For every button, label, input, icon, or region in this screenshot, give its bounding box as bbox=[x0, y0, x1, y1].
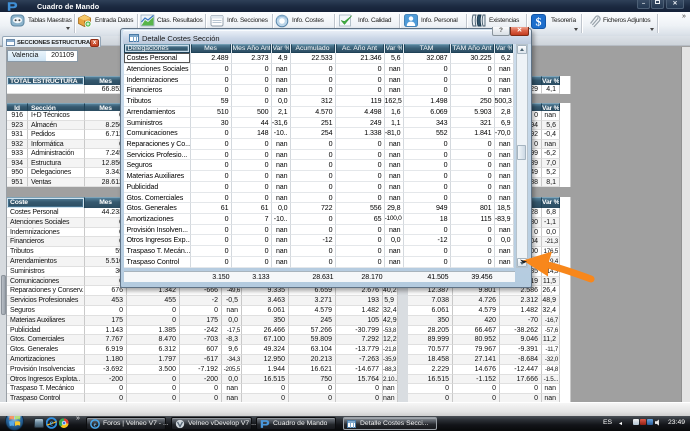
svg-text:$: $ bbox=[536, 15, 542, 29]
svg-text:e: e bbox=[50, 419, 54, 428]
svg-text:e: e bbox=[94, 422, 97, 429]
